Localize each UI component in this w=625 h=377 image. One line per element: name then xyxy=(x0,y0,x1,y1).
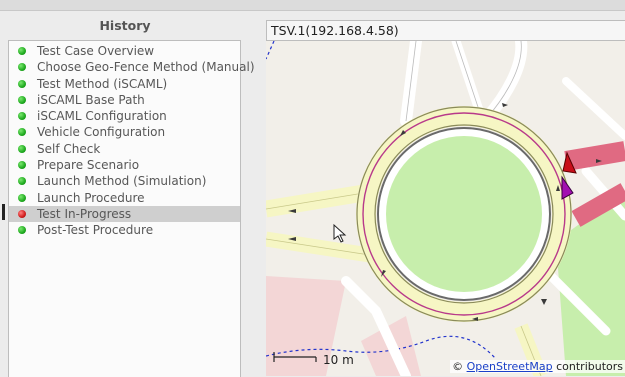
history-item-label: Choose Geo-Fence Method (Manual) xyxy=(37,60,255,75)
history-item-self-check[interactable]: Self Check xyxy=(9,141,240,157)
history-item-label: iSCAML Configuration xyxy=(37,109,167,124)
status-green-icon xyxy=(18,144,26,153)
history-item-vehicle-configuration[interactable]: Vehicle Configuration xyxy=(9,124,240,140)
map-attribution: © OpenStreetMap contributors xyxy=(450,360,625,373)
history-item-launch-method[interactable]: Launch Method (Simulation) xyxy=(9,173,240,189)
history-item-test-method[interactable]: Test Method (iSCAML) xyxy=(9,76,240,92)
history-item-label: iSCAML Base Path xyxy=(37,92,145,107)
status-green-icon xyxy=(18,63,26,72)
history-item-label: Test In-Progress xyxy=(37,206,132,221)
status-green-icon xyxy=(18,177,26,186)
history-item-test-in-progress[interactable]: Test In-Progress xyxy=(9,205,240,223)
history-item-prepare-scenario[interactable]: Prepare Scenario xyxy=(9,157,240,173)
route-segment-upper xyxy=(564,141,625,171)
status-green-icon xyxy=(18,128,26,137)
status-green-icon xyxy=(18,47,26,55)
history-item-label: Test Case Overview xyxy=(37,44,155,58)
history-item-label: Post-Test Procedure xyxy=(37,223,154,238)
history-item-label: Self Check xyxy=(37,141,101,156)
history-title: History xyxy=(99,18,151,33)
window-top-bar xyxy=(0,0,625,11)
history-item-label: Test Method (iSCAML) xyxy=(37,76,168,91)
history-item-label: Launch Procedure xyxy=(37,190,145,205)
roundabout-green-island xyxy=(386,136,542,292)
history-item-iscaml-configuration[interactable]: iSCAML Configuration xyxy=(9,108,240,124)
history-item-choose-geo-fence-method[interactable]: Choose Geo-Fence Method (Manual) xyxy=(9,59,255,75)
status-green-icon xyxy=(18,95,26,104)
history-item-launch-procedure[interactable]: Launch Procedure xyxy=(9,190,240,206)
current-step-marker xyxy=(2,204,5,220)
history-item-label: Vehicle Configuration xyxy=(37,125,166,140)
map-canvas xyxy=(266,41,625,376)
history-list: Test Case Overview Choose Geo-Fence Meth… xyxy=(9,43,255,239)
status-green-icon xyxy=(18,193,26,202)
status-green-icon xyxy=(18,161,26,170)
history-panel: Test Case Overview Choose Geo-Fence Meth… xyxy=(8,40,255,377)
history-item-label: Prepare Scenario xyxy=(37,158,140,173)
history-item-post-test-procedure[interactable]: Post-Test Procedure xyxy=(9,222,240,238)
status-red-icon xyxy=(18,209,26,218)
status-green-icon xyxy=(18,112,26,121)
history-item-iscaml-base-path[interactable]: iSCAML Base Path xyxy=(9,92,240,108)
attribution-prefix: © xyxy=(452,360,467,373)
history-item-test-case-overview[interactable]: Test Case Overview xyxy=(9,43,240,59)
map-view[interactable]: 10 m © OpenStreetMap contributors xyxy=(266,41,625,376)
attribution-suffix: contributors xyxy=(552,360,623,373)
status-green-icon xyxy=(18,226,26,235)
map-title: TSV.1(192.168.4.58) xyxy=(266,20,625,41)
openstreetmap-link[interactable]: OpenStreetMap xyxy=(467,360,553,373)
status-green-icon xyxy=(18,79,26,88)
history-item-label: Launch Method (Simulation) xyxy=(37,174,207,189)
scale-label: 10 m xyxy=(323,353,354,367)
